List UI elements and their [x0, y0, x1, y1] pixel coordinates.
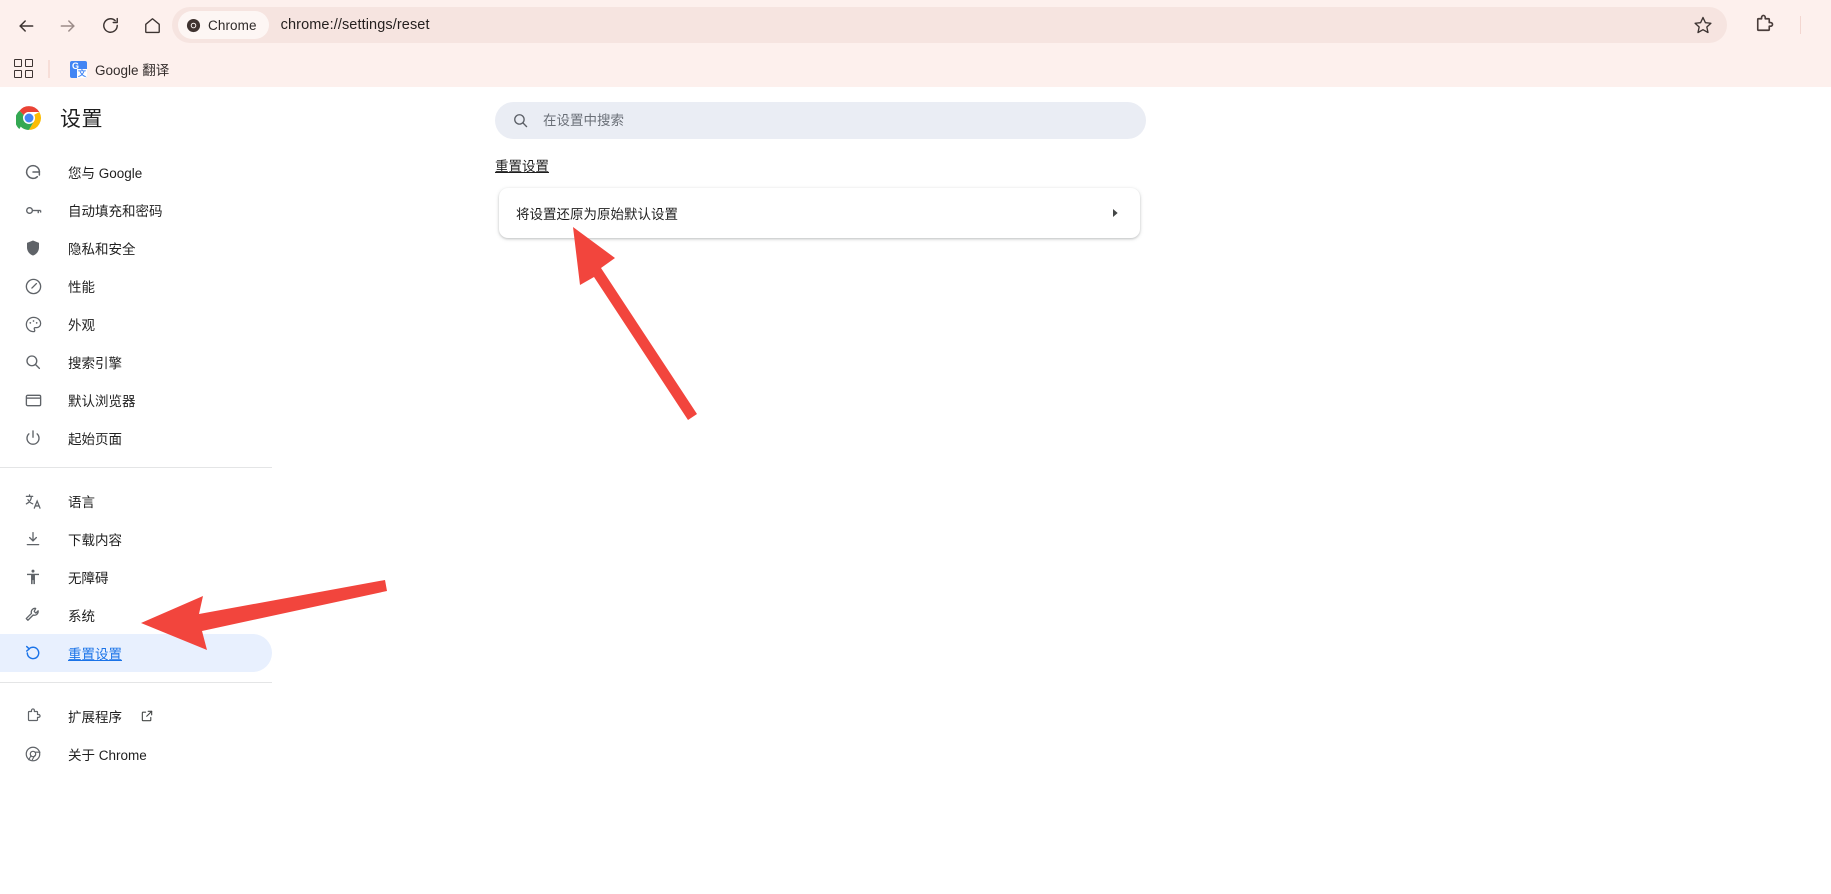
sidebar-divider-2	[0, 682, 272, 683]
restore-defaults-label: 将设置还原为原始默认设置	[516, 207, 678, 222]
search-input[interactable]	[543, 113, 1103, 128]
translate-icon	[22, 490, 44, 512]
home-button[interactable]	[134, 8, 170, 44]
speedometer-icon	[22, 275, 44, 297]
sidebar-item-label: 关于 Chrome	[68, 748, 147, 763]
sidebar-item-label: 无障碍	[68, 571, 109, 586]
bookmark-separator	[48, 60, 50, 78]
sidebar-item-you-and-google[interactable]: 您与 Google	[0, 153, 272, 191]
bookmark-star-icon[interactable]	[1693, 15, 1713, 35]
chrome-logo-icon	[22, 743, 44, 765]
sidebar-item-languages[interactable]: 语言	[0, 482, 272, 520]
sidebar-item-default-browser[interactable]: 默认浏览器	[0, 381, 272, 419]
back-button[interactable]	[8, 8, 44, 44]
reset-icon	[22, 642, 44, 664]
sidebar-item-label: 起始页面	[68, 432, 122, 447]
key-icon	[22, 199, 44, 221]
settings-header: 设置	[0, 87, 272, 149]
apps-grid-icon[interactable]	[14, 59, 34, 79]
search-icon	[512, 112, 529, 129]
sidebar-item-autofill-passwords[interactable]: 自动填充和密码	[0, 191, 272, 229]
sidebar-item-reset-settings[interactable]: 重置设置	[0, 634, 272, 672]
sidebar-item-label: 系统	[68, 609, 95, 624]
sidebar-item-label: 默认浏览器	[68, 394, 136, 409]
palette-icon	[22, 313, 44, 335]
settings-content: 重置设置 将设置还原为原始默认设置	[272, 87, 1831, 894]
toolbar-divider	[1800, 16, 1801, 34]
sidebar-item-label: 自动填充和密码	[68, 204, 163, 219]
sidebar-item-label: 语言	[68, 495, 95, 510]
sidebar-item-appearance[interactable]: 外观	[0, 305, 272, 343]
browser-window-icon	[22, 389, 44, 411]
sidebar-item-label: 重置设置	[68, 647, 122, 662]
browser-chrome: Chrome chrome://settings/reset Google 翻译	[0, 0, 1831, 129]
google-translate-icon	[70, 60, 87, 78]
extensions-puzzle-icon[interactable]	[1752, 13, 1776, 37]
address-bar[interactable]: Chrome chrome://settings/reset	[172, 7, 1727, 43]
reload-button[interactable]	[92, 8, 128, 44]
sidebar-item-accessibility[interactable]: 无障碍	[0, 558, 272, 596]
site-chip[interactable]: Chrome	[178, 11, 269, 39]
sidebar-item-privacy-security[interactable]: 隐私和安全	[0, 229, 272, 267]
sidebar-item-label: 您与 Google	[68, 166, 143, 181]
google-g-icon	[22, 161, 44, 183]
section-title: 重置设置	[495, 159, 549, 174]
restore-defaults-row[interactable]: 将设置还原为原始默认设置	[499, 188, 1140, 238]
sidebar-item-label: 下载内容	[68, 533, 122, 548]
settings-search[interactable]	[495, 102, 1146, 139]
site-chip-label: Chrome	[208, 17, 257, 33]
sidebar-item-label: 隐私和安全	[68, 242, 136, 257]
chrome-logo-icon	[186, 18, 201, 32]
sidebar-item-search-engine[interactable]: 搜索引擎	[0, 343, 272, 381]
sidebar-item-extensions[interactable]: 扩展程序	[0, 697, 272, 735]
address-bar-url: chrome://settings/reset	[280, 17, 430, 33]
sidebar-item-performance[interactable]: 性能	[0, 267, 272, 305]
accessibility-icon	[22, 566, 44, 588]
sidebar-item-label: 扩展程序	[68, 710, 122, 725]
sidebar-item-label: 搜索引擎	[68, 356, 122, 371]
sidebar-group-secondary: 语言 下载内容 无障碍 系统 重置设置	[0, 478, 272, 672]
sidebar-item-about-chrome[interactable]: 关于 Chrome	[0, 735, 272, 773]
extensions-puzzle-icon	[22, 705, 44, 727]
sidebar-item-downloads[interactable]: 下载内容	[0, 520, 272, 558]
sidebar-item-system[interactable]: 系统	[0, 596, 272, 634]
settings-page: 设置 您与 Google 自动填充和密码 隐私和安全 性能 外观 搜索引擎 默认…	[0, 87, 1831, 894]
shield-icon	[22, 237, 44, 259]
power-icon	[22, 427, 44, 449]
forward-button[interactable]	[50, 8, 86, 44]
page-title: 设置	[60, 108, 103, 131]
bookmarks-bar: Google 翻译	[0, 51, 1831, 129]
settings-sidebar: 设置 您与 Google 自动填充和密码 隐私和安全 性能 外观 搜索引擎 默认…	[0, 87, 272, 894]
chevron-right-icon	[1107, 205, 1123, 221]
sidebar-group-footer: 扩展程序 关于 Chrome	[0, 693, 272, 773]
sidebar-item-label: 性能	[68, 280, 95, 295]
chrome-logo-icon	[16, 106, 41, 130]
sidebar-group-primary: 您与 Google 自动填充和密码 隐私和安全 性能 外观 搜索引擎 默认浏览器…	[0, 149, 272, 457]
bookmark-google-translate[interactable]: Google 翻译	[64, 55, 175, 83]
navigation-toolbar: Chrome chrome://settings/reset	[0, 0, 1831, 51]
open-in-new-icon	[140, 709, 154, 723]
sidebar-item-label: 外观	[68, 318, 95, 333]
search-icon	[22, 351, 44, 373]
sidebar-item-on-startup[interactable]: 起始页面	[0, 419, 272, 457]
download-icon	[22, 528, 44, 550]
search-box[interactable]	[495, 102, 1146, 139]
wrench-icon	[22, 604, 44, 626]
sidebar-divider-1	[0, 467, 272, 468]
bookmark-label: Google 翻译	[95, 63, 170, 78]
